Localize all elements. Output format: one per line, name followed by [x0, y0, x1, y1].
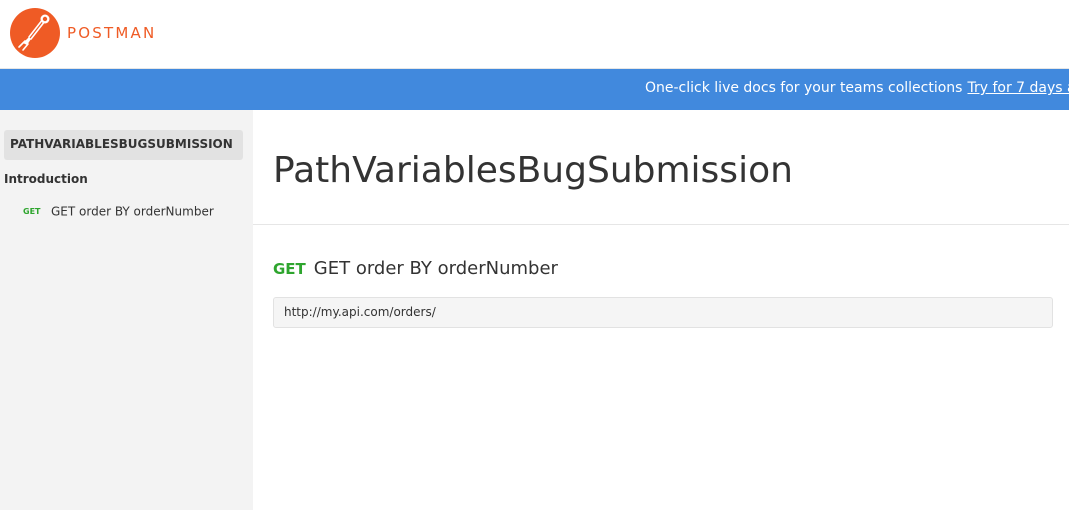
postman-rocket-icon[interactable] [9, 7, 61, 59]
main-content: PathVariablesBugSubmission GET GET order … [253, 110, 1069, 510]
request-name: GET order BY orderNumber [313, 258, 558, 279]
banner-text: One-click live docs for your teams colle… [645, 80, 963, 96]
divider [253, 224, 1069, 225]
sidebar-item-get-order[interactable]: GET GET order BY orderNumber [23, 201, 214, 219]
request-method: GET [273, 260, 306, 278]
request-heading: GET GET order BY orderNumber [273, 258, 558, 279]
promo-banner: One-click live docs for your teams colle… [0, 69, 1069, 110]
page-title: PathVariablesBugSubmission [273, 150, 793, 191]
method-badge: GET [23, 207, 41, 216]
top-header: POSTMAN [0, 0, 1069, 69]
banner-trial-link[interactable]: Try for 7 days and s [967, 80, 1069, 96]
request-url[interactable]: http://my.api.com/orders/ [273, 297, 1053, 328]
sidebar-item-introduction[interactable]: Introduction [4, 172, 88, 186]
sidebar-collection-title[interactable]: PATHVARIABLESBUGSUBMISSION [4, 130, 243, 160]
logo-wordmark[interactable]: POSTMAN [67, 24, 156, 42]
sidebar-item-label: GET order BY orderNumber [51, 204, 214, 219]
sidebar: PATHVARIABLESBUGSUBMISSION Introduction … [0, 110, 253, 510]
